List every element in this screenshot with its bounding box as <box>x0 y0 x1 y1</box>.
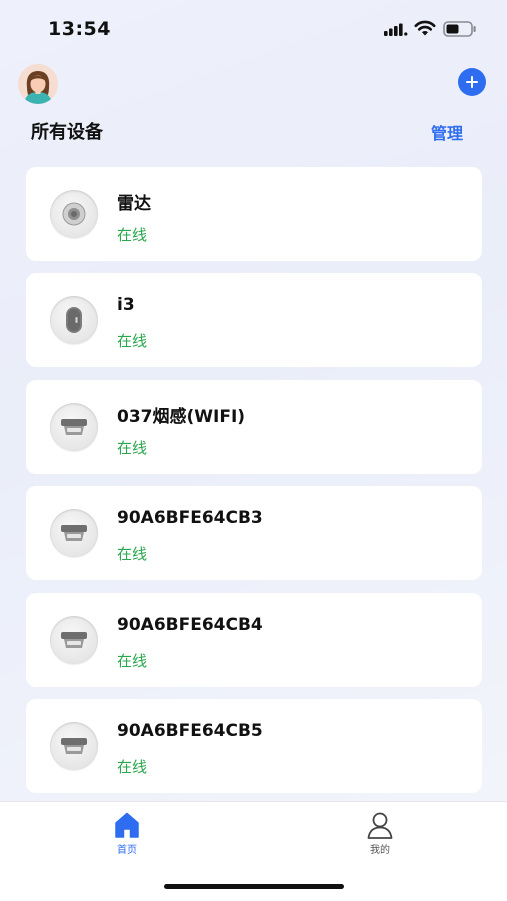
device-name: i3 <box>117 295 135 316</box>
device-card[interactable]: 90A6BFE64CB5 在线 <box>26 698 482 793</box>
smoke-detector-icon <box>50 615 98 664</box>
device-name: 90A6BFE64CB3 <box>117 508 263 529</box>
tab-home[interactable]: 首页 <box>97 810 157 856</box>
wifi-icon <box>414 20 436 36</box>
status-time: 13:54 <box>48 18 111 40</box>
device-name: 90A6BFE64CB4 <box>117 614 263 635</box>
smoke-detector-icon <box>50 402 98 451</box>
device-status: 在线 <box>117 332 148 351</box>
page-title: 所有设备 <box>31 122 103 143</box>
add-device-button[interactable] <box>458 68 486 96</box>
device-status: 在线 <box>117 226 148 244</box>
radar-icon <box>50 190 98 238</box>
device-card[interactable]: 90A6BFE64CB3 在线 <box>26 486 482 581</box>
avatar-icon <box>18 64 58 104</box>
device-name: 雷达 <box>117 194 151 214</box>
manage-button[interactable]: 管理 <box>431 120 463 144</box>
smoke-detector-icon <box>50 509 98 558</box>
home-indicator <box>164 884 344 889</box>
device-card[interactable]: i3 在线 <box>26 273 482 368</box>
device-status: 在线 <box>117 757 148 776</box>
status-bar: 13:54 <box>0 0 507 56</box>
device-status: 在线 <box>117 438 148 457</box>
device-card[interactable]: 037烟感(WIFI) 在线 <box>26 379 482 474</box>
device-status: 在线 <box>117 545 148 564</box>
device-name: 90A6BFE64CB5 <box>117 720 263 741</box>
door-lock-icon <box>50 296 98 345</box>
device-card[interactable]: 90A6BFE64CB4 在线 <box>26 592 482 687</box>
tab-mine-label: 我的 <box>370 845 390 856</box>
battery-icon <box>443 21 476 37</box>
smoke-detector-icon <box>50 721 98 770</box>
device-card[interactable]: 雷达 在线 <box>26 167 482 261</box>
tab-home-label: 首页 <box>117 845 137 856</box>
device-name: 037烟感(WIFI) <box>117 406 246 427</box>
cellular-signal-icon <box>384 23 408 36</box>
tab-mine[interactable]: 我的 <box>350 810 410 856</box>
avatar[interactable] <box>18 64 58 104</box>
home-icon <box>115 812 139 838</box>
device-list: 雷达 在线 i3 在线 037烟感(WIFI) 在线 90A6BFE64CB3 … <box>26 167 482 805</box>
device-status: 在线 <box>117 651 148 670</box>
person-icon <box>367 812 393 839</box>
